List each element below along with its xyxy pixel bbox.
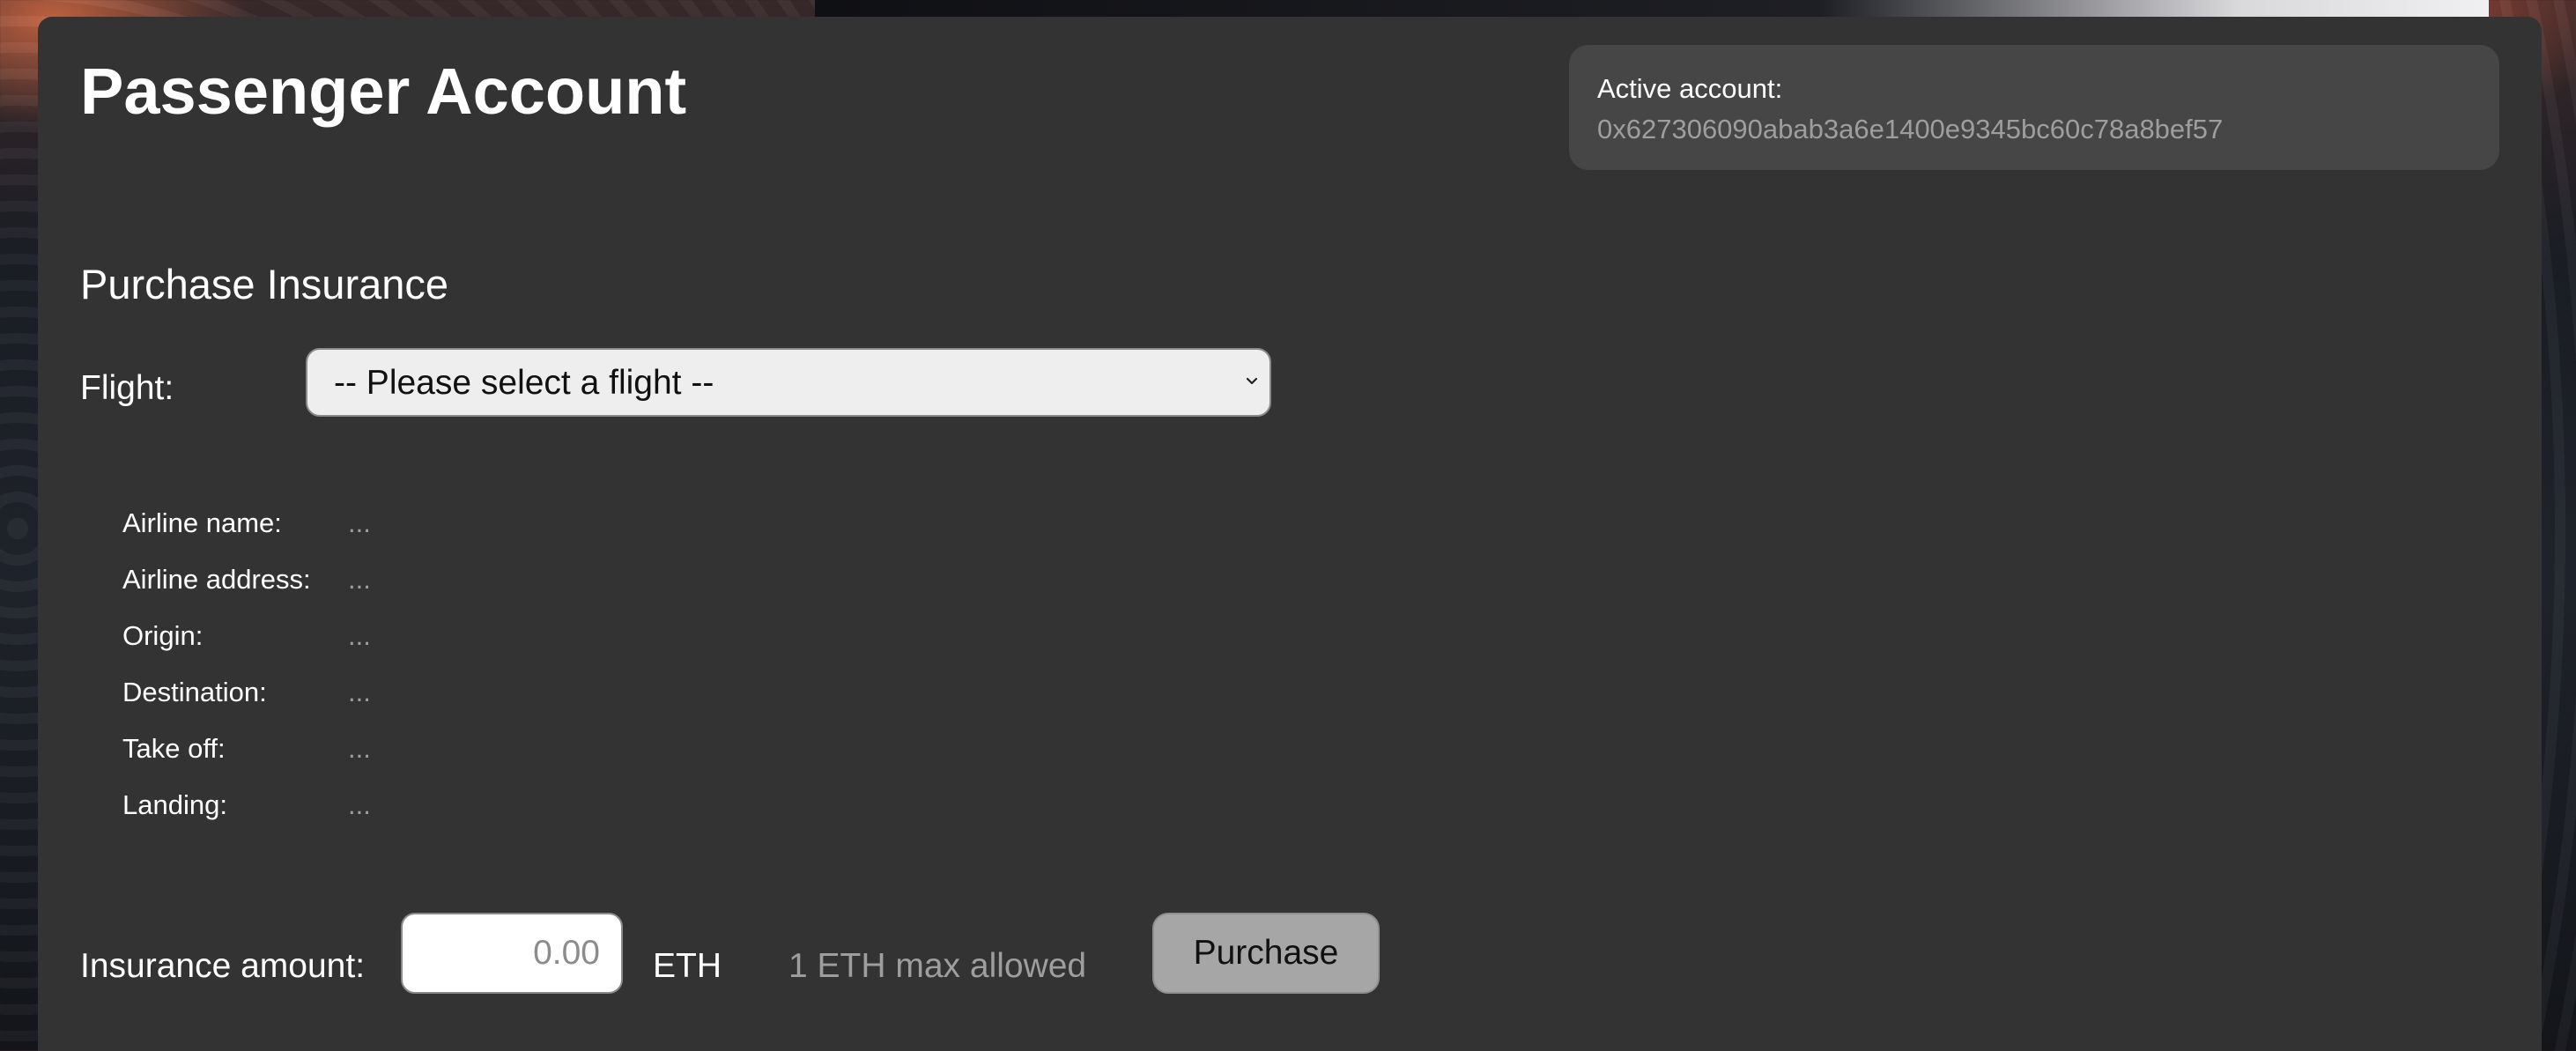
origin-label: Origin: (122, 620, 204, 651)
destination-label: Destination: (122, 677, 267, 707)
landing-value: ... (348, 789, 371, 820)
eth-unit-label: ETH (653, 947, 722, 985)
airline-name-value: ... (348, 507, 371, 538)
origin-value: ... (348, 620, 371, 651)
purchase-button[interactable]: Purchase (1152, 913, 1380, 994)
max-allowed-note: 1 ETH max allowed (788, 947, 1087, 985)
airline-address-value: ... (348, 564, 371, 595)
airline-name-label: Airline name: (122, 507, 282, 538)
active-account-box: Active account: 0x627306090abab3a6e1400e… (1569, 45, 2499, 170)
landing-label: Landing: (122, 789, 227, 820)
destination-value: ... (348, 677, 371, 707)
passenger-account-panel: Passenger Account Active account: 0x6273… (38, 17, 2542, 1051)
insurance-amount-label: Insurance amount: (80, 947, 366, 985)
insurance-amount-input[interactable] (401, 913, 623, 994)
flight-select-value: -- Please select a flight -- (334, 364, 714, 402)
chevron-down-icon (1246, 377, 1258, 385)
flight-label: Flight: (80, 369, 174, 407)
take-off-label: Take off: (122, 733, 226, 764)
active-account-label: Active account: (1597, 73, 1783, 104)
page-title: Passenger Account (80, 55, 687, 128)
active-account-address: 0x627306090abab3a6e1400e9345bc60c78a8bef… (1597, 114, 2224, 144)
take-off-value: ... (348, 733, 371, 764)
flight-select[interactable]: -- Please select a flight -- (306, 348, 1271, 417)
purchase-insurance-heading: Purchase Insurance (80, 261, 449, 307)
airline-address-label: Airline address: (122, 564, 311, 595)
